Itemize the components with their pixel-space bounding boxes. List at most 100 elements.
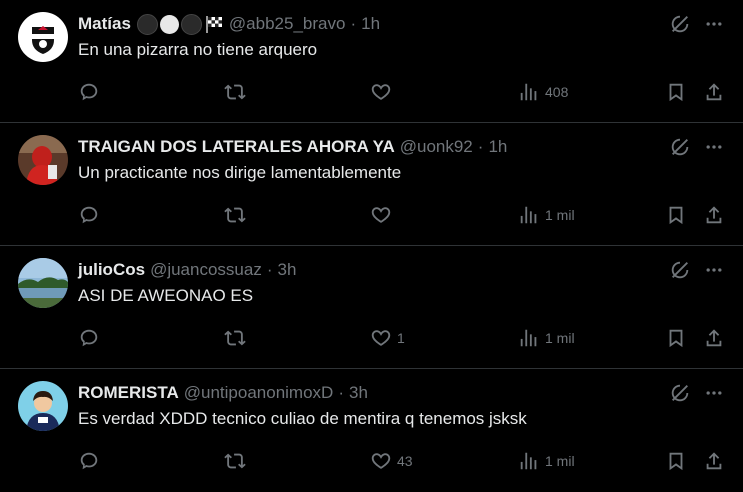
view-count: 1 mil (545, 207, 575, 223)
view-count: 1 mil (545, 330, 575, 346)
bar-chart-icon (520, 329, 537, 347)
tweet[interactable]: julioCos @juancossuaz · 3h ASI DE AWEONA… (0, 246, 743, 369)
retweet-icon (224, 330, 246, 346)
name-emojis (136, 13, 224, 35)
bookmark-icon (669, 329, 683, 348)
grok-icon[interactable] (668, 135, 692, 159)
tweet-actions: 43 1 mil (78, 449, 728, 473)
retweet-icon (224, 207, 246, 223)
bookmark-icon (669, 206, 683, 225)
avatar[interactable] (18, 135, 68, 185)
bookmark-button[interactable] (665, 203, 687, 227)
display-name[interactable]: ROMERISTA (78, 383, 179, 403)
like-button[interactable] (370, 80, 397, 104)
tweet[interactable]: Matías @abb25_bravo · 1h En una pizarra … (0, 0, 743, 123)
bookmark-button[interactable] (665, 80, 687, 104)
more-options-icon[interactable] (702, 381, 726, 405)
reply-icon (80, 452, 98, 470)
bookmark-button[interactable] (665, 326, 687, 350)
bookmark-button[interactable] (665, 449, 687, 473)
separator: · (477, 137, 484, 156)
tweet[interactable]: ROMERISTA @untipoanonimoxD · 3h Es verda… (0, 369, 743, 492)
retweet-icon (224, 453, 246, 469)
reply-button[interactable] (78, 449, 105, 473)
retweet-button[interactable] (224, 203, 251, 227)
grok-icon[interactable] (668, 258, 692, 282)
white-circle-icon (159, 14, 179, 34)
reply-button[interactable] (78, 326, 105, 350)
share-icon (706, 329, 722, 347)
display-name[interactable]: julioCos (78, 260, 145, 280)
more-options-icon[interactable] (702, 135, 726, 159)
heart-icon (371, 330, 391, 346)
tweet-header: ROMERISTA @untipoanonimoxD · 3h (78, 381, 368, 405)
timestamp[interactable]: 3h (278, 260, 297, 280)
timestamp[interactable]: 3h (349, 383, 368, 403)
grok-icon[interactable] (668, 12, 692, 36)
heart-icon (371, 207, 391, 223)
share-button[interactable] (703, 326, 725, 350)
handle[interactable]: @untipoanonimoxD (184, 383, 334, 403)
tweet-header: julioCos @juancossuaz · 3h (78, 258, 296, 282)
colo-colo-crest-avatar (18, 12, 68, 62)
black-circle-icon (136, 13, 158, 35)
red-figure-avatar (18, 135, 68, 185)
separator: · (338, 383, 344, 402)
share-icon (706, 206, 722, 224)
display-name[interactable]: TRAIGAN DOS LATERALES AHORA YA (78, 137, 395, 157)
heart-icon (371, 84, 391, 100)
more-options-icon[interactable] (702, 12, 726, 36)
checkered-flag-icon (205, 16, 222, 33)
retweet-button[interactable] (224, 80, 251, 104)
like-button[interactable]: 43 (370, 449, 413, 473)
lake-landscape-avatar (18, 258, 68, 308)
avatar[interactable] (18, 12, 68, 62)
views-button[interactable]: 1 mil (518, 326, 575, 350)
share-button[interactable] (703, 449, 725, 473)
handle[interactable]: @abb25_bravo (229, 14, 346, 34)
retweet-button[interactable] (224, 449, 251, 473)
reply-icon (80, 83, 98, 101)
display-name[interactable]: Matías (78, 14, 131, 34)
retweet-button[interactable] (224, 326, 251, 350)
reply-icon (80, 329, 98, 347)
tweet-text: Un practicante nos dirige lamentablement… (78, 163, 402, 182)
timestamp[interactable]: 1h (361, 14, 380, 34)
handle[interactable]: @uonk92 (400, 137, 473, 157)
retweet-icon (224, 84, 246, 100)
view-count: 408 (545, 84, 569, 100)
grok-icon[interactable] (668, 381, 692, 405)
black-circle-icon (180, 13, 202, 35)
views-button[interactable]: 1 mil (518, 203, 575, 227)
anime-player-avatar (18, 381, 68, 431)
share-icon (706, 452, 722, 470)
tweet-text: En una pizarra no tiene arquero (78, 40, 318, 59)
views-button[interactable]: 1 mil (518, 449, 575, 473)
avatar[interactable] (18, 381, 68, 431)
tweet-text: Es verdad XDDD tecnico culiao de mentira… (78, 409, 527, 428)
separator: · (350, 14, 357, 33)
share-button[interactable] (703, 203, 725, 227)
like-count: 43 (397, 453, 413, 469)
tweet-feed: Matías @abb25_bravo · 1h En una pizarra … (0, 0, 743, 492)
views-button[interactable]: 408 (518, 80, 568, 104)
more-options-icon[interactable] (702, 258, 726, 282)
tweet-header: TRAIGAN DOS LATERALES AHORA YA @uonk92 ·… (78, 135, 507, 159)
share-button[interactable] (703, 80, 725, 104)
reply-button[interactable] (78, 80, 105, 104)
tweet-actions: 408 (78, 80, 728, 104)
tweet[interactable]: TRAIGAN DOS LATERALES AHORA YA @uonk92 ·… (0, 123, 743, 246)
heart-icon (371, 453, 391, 469)
avatar[interactable] (18, 258, 68, 308)
view-count: 1 mil (545, 453, 575, 469)
reply-icon (80, 206, 98, 224)
like-button[interactable] (370, 203, 397, 227)
timestamp[interactable]: 1h (488, 137, 507, 157)
bar-chart-icon (520, 452, 537, 470)
like-button[interactable]: 1 (370, 326, 405, 350)
bar-chart-icon (520, 83, 537, 101)
tweet-actions: 1 1 mil (78, 326, 728, 350)
reply-button[interactable] (78, 203, 105, 227)
share-icon (706, 83, 722, 101)
handle[interactable]: @juancossuaz (150, 260, 262, 280)
